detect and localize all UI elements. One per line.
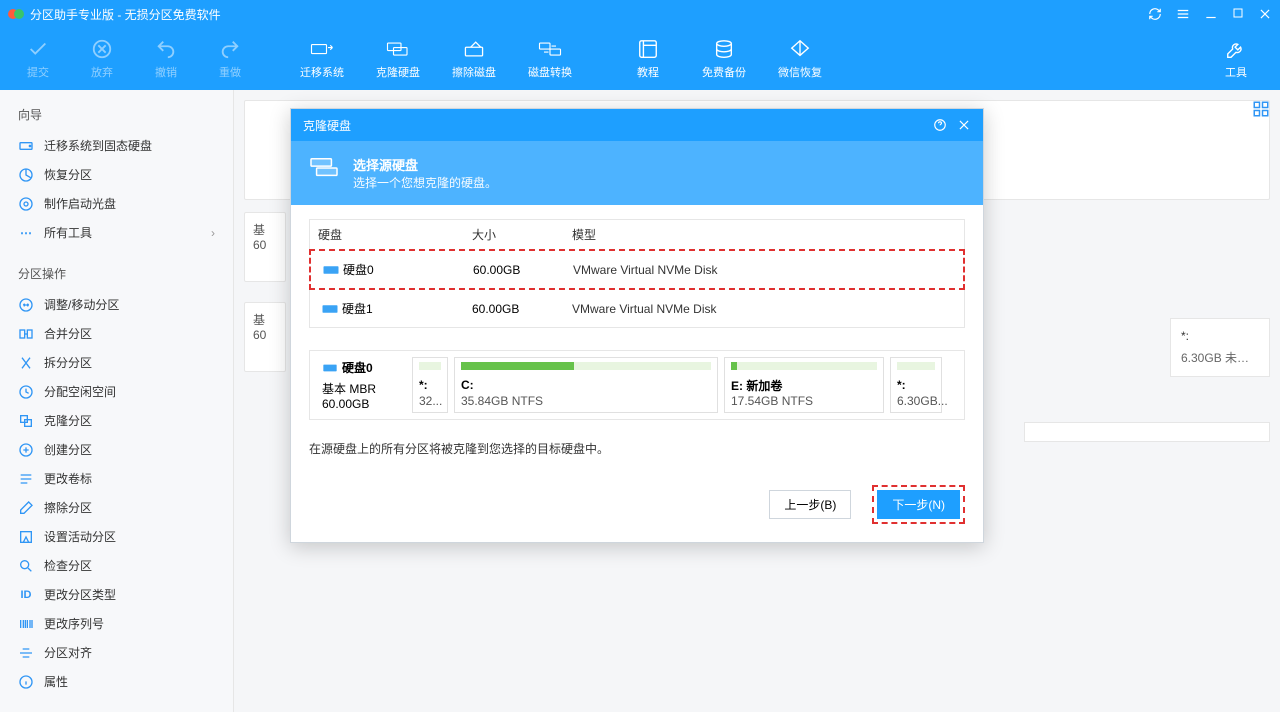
dialog-banner: 选择源硬盘 选择一个您想克隆的硬盘。 <box>291 141 983 205</box>
dialog-close-icon[interactable] <box>957 118 971 132</box>
sidebar-active[interactable]: 设置活动分区 <box>0 522 233 551</box>
tutorial-button[interactable]: 教程 <box>612 30 684 88</box>
sidebar-create[interactable]: 创建分区 <box>0 435 233 464</box>
minimize-icon[interactable] <box>1204 7 1218 21</box>
tools-button[interactable]: 工具 <box>1200 30 1272 88</box>
wipe-button[interactable]: 擦除磁盘 <box>438 30 510 88</box>
clone-button[interactable]: 克隆硬盘 <box>362 30 434 88</box>
sidebar-migrate-ssd[interactable]: 迁移系统到固态硬盘 <box>0 131 233 160</box>
sidebar-type[interactable]: ID更改分区类型 <box>0 580 233 609</box>
partition-preview: 硬盘0 基本 MBR 60.00GB *:32... C:35.84GB NTF… <box>309 350 965 420</box>
eraser-icon <box>18 500 34 516</box>
window-title: 分区助手专业版 - 无损分区免费软件 <box>30 6 221 23</box>
barcode-icon <box>18 616 34 632</box>
view-mode-icon[interactable] <box>1252 100 1270 118</box>
partition-0[interactable]: *:32... <box>412 357 448 413</box>
title-bar: 分区助手专业版 - 无损分区免费软件 <box>0 0 1280 28</box>
undo-button[interactable]: 撤销 <box>136 30 196 88</box>
prev-button[interactable]: 上一步(B) <box>769 490 851 519</box>
split-icon <box>18 355 34 371</box>
sidebar-resize[interactable]: 调整/移动分区 <box>0 290 233 319</box>
migrate-button[interactable]: 迁移系统 <box>286 30 358 88</box>
create-icon <box>18 442 34 458</box>
disc-icon <box>18 196 34 212</box>
sidebar: 向导 迁移系统到固态硬盘 恢复分区 制作启动光盘 ⋯所有工具› 分区操作 调整/… <box>0 90 234 712</box>
sidebar-merge[interactable]: 合并分区 <box>0 319 233 348</box>
disk-row-0[interactable]: 硬盘0 60.00GB VMware Virtual NVMe Disk <box>309 249 965 290</box>
dialog-note: 在源硬盘上的所有分区将被克隆到您选择的目标硬盘中。 <box>309 440 965 457</box>
label-icon <box>18 471 34 487</box>
banner-subtitle: 选择一个您想克隆的硬盘。 <box>353 174 497 191</box>
dialog-titlebar: 克隆硬盘 <box>291 109 983 141</box>
sidebar-split[interactable]: 拆分分区 <box>0 348 233 377</box>
disk-icon <box>319 263 343 277</box>
partition-2[interactable]: E: 新加卷17.54GB NTFS <box>724 357 884 413</box>
table-header: 硬盘 大小 模型 <box>309 219 965 249</box>
wechat-button[interactable]: 微信恢复 <box>764 30 836 88</box>
maximize-icon[interactable] <box>1232 7 1244 21</box>
search-icon <box>18 558 34 574</box>
disk-info: 硬盘0 基本 MBR 60.00GB <box>316 357 406 413</box>
redo-button[interactable]: 重做 <box>200 30 260 88</box>
next-button[interactable]: 下一步(N) <box>877 490 960 519</box>
dialog-title: 克隆硬盘 <box>303 117 351 134</box>
disk-card-2[interactable]: 基 60 <box>244 302 286 372</box>
align-icon <box>18 645 34 661</box>
resize-icon <box>18 297 34 313</box>
partition-3[interactable]: *:6.30GB... <box>890 357 942 413</box>
sidebar-serial[interactable]: 更改序列号 <box>0 609 233 638</box>
convert-button[interactable]: 磁盘转换 <box>514 30 586 88</box>
sidebar-check[interactable]: 检查分区 <box>0 551 233 580</box>
sidebar-wipe-part[interactable]: 擦除分区 <box>0 493 233 522</box>
sidebar-props[interactable]: 属性 <box>0 667 233 696</box>
flag-icon <box>18 529 34 545</box>
sidebar-bootdisc[interactable]: 制作启动光盘 <box>0 189 233 218</box>
more-icon: ⋯ <box>18 225 34 241</box>
chevron-right-icon: › <box>211 226 215 240</box>
ssd-icon <box>18 138 34 154</box>
refresh-icon[interactable] <box>1148 7 1162 21</box>
menu-icon[interactable] <box>1176 7 1190 21</box>
main-toolbar: 提交 放弃 撤销 重做 迁移系统 克隆硬盘 擦除磁盘 磁盘转换 教程 免费备份 … <box>0 28 1280 90</box>
sidebar-alltools[interactable]: ⋯所有工具› <box>0 218 233 247</box>
clone-icon <box>18 413 34 429</box>
thin-bar <box>1024 422 1270 442</box>
info-icon <box>18 674 34 690</box>
clone-disk-dialog: 克隆硬盘 选择源硬盘 选择一个您想克隆的硬盘。 硬盘 大小 模型 硬盘0 60.… <box>290 108 984 543</box>
sidebar-clone-part[interactable]: 克隆分区 <box>0 406 233 435</box>
disk-card-1[interactable]: 基 60 <box>244 212 286 282</box>
disk-row-1[interactable]: 硬盘1 60.00GB VMware Virtual NVMe Disk <box>309 290 965 328</box>
backup-button[interactable]: 免费备份 <box>688 30 760 88</box>
app-logo-icon <box>8 6 24 22</box>
allocate-icon <box>18 384 34 400</box>
disk-icon <box>318 302 342 316</box>
sidebar-label[interactable]: 更改卷标 <box>0 464 233 493</box>
close-icon[interactable] <box>1258 7 1272 21</box>
discard-button[interactable]: 放弃 <box>72 30 132 88</box>
partition-1[interactable]: C:35.84GB NTFS <box>454 357 718 413</box>
unallocated-panel: *: 6.30GB 未分配... <box>1170 318 1270 377</box>
ops-header: 分区操作 <box>0 257 233 290</box>
wizard-header: 向导 <box>0 98 233 131</box>
disk-stack-icon <box>309 155 339 181</box>
sidebar-allocate[interactable]: 分配空闲空间 <box>0 377 233 406</box>
id-icon: ID <box>18 587 34 603</box>
sidebar-recover[interactable]: 恢复分区 <box>0 160 233 189</box>
help-icon[interactable] <box>933 118 947 132</box>
pie-icon <box>18 167 34 183</box>
merge-icon <box>18 326 34 342</box>
commit-button[interactable]: 提交 <box>8 30 68 88</box>
sidebar-align[interactable]: 分区对齐 <box>0 638 233 667</box>
banner-title: 选择源硬盘 <box>353 155 497 174</box>
